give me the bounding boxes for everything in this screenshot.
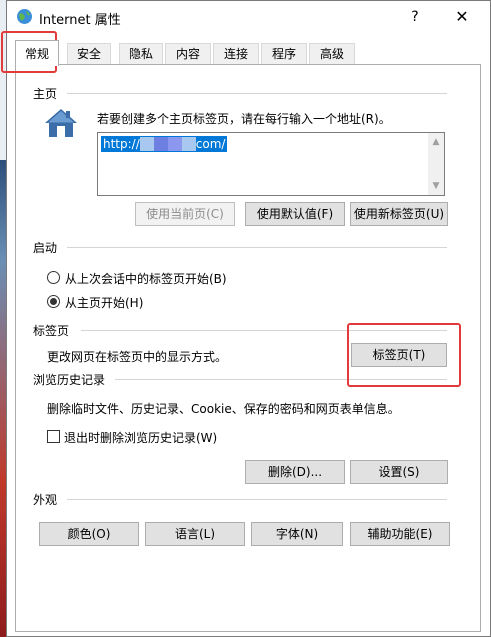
radio-last-session[interactable] [47, 271, 60, 284]
radio-home-page[interactable] [47, 295, 60, 308]
use-new-tab-button[interactable]: 使用新标签页(U) [350, 202, 448, 226]
url-suffix: com/ [195, 137, 226, 151]
title-bar: Internet 属性 ? ✕ [7, 1, 490, 33]
use-current-button[interactable]: 使用当前页(C) [135, 202, 235, 226]
url-scrollbar[interactable]: ▲ ▼ [428, 133, 444, 195]
home-description: 若要创建多个主页标签页，请在每行输入一个地址(R)。 [97, 112, 391, 126]
radio-home-page-label[interactable]: 从主页开始(H) [65, 294, 143, 311]
radio-last-session-label[interactable]: 从上次会话中的标签页开始(B) [65, 270, 227, 287]
window-title: Internet 属性 [39, 13, 121, 28]
home-group-label: 主页 [33, 85, 62, 102]
delete-on-exit-label[interactable]: 退出时删除浏览历史记录(W) [64, 429, 217, 446]
history-description: 删除临时文件、历史记录、Cookie、保存的密码和网页表单信息。 [47, 402, 400, 416]
delete-history-button[interactable]: 删除(D)... [245, 460, 345, 484]
tab-general[interactable]: 常规 [15, 40, 59, 66]
appearance-group-divider [67, 499, 447, 500]
tabs-group-divider [81, 330, 447, 331]
startup-group-label: 启动 [33, 239, 62, 256]
colors-button[interactable]: 颜色(O) [39, 522, 139, 546]
tab-programs[interactable]: 程序 [261, 43, 307, 65]
close-button[interactable]: ✕ [447, 6, 477, 28]
delete-on-exit-checkbox[interactable] [47, 430, 60, 443]
tabs-group-label: 标签页 [33, 322, 74, 339]
tabs-settings-button[interactable]: 标签页(T) [351, 343, 447, 367]
history-settings-button[interactable]: 设置(S) [350, 460, 448, 484]
scroll-up-icon[interactable]: ▲ [431, 137, 441, 147]
redacted-block [181, 137, 196, 151]
history-group-divider [115, 379, 447, 380]
redacted-block [167, 137, 182, 151]
tab-privacy[interactable]: 隐私 [119, 43, 163, 65]
history-group-label: 浏览历史记录 [33, 371, 110, 388]
tab-security[interactable]: 安全 [67, 43, 111, 65]
url-prefix: http:// [103, 137, 140, 151]
scroll-down-icon[interactable]: ▼ [431, 181, 441, 191]
redacted-block [153, 137, 168, 151]
startup-group-divider [67, 247, 447, 248]
home-page-url-input[interactable]: http:// com/ ▲ ▼ [97, 132, 445, 196]
tab-advanced[interactable]: 高级 [309, 43, 355, 65]
tab-connections[interactable]: 连接 [213, 43, 259, 65]
redacted-block [139, 137, 154, 151]
globe-icon [17, 9, 32, 24]
accessibility-button[interactable]: 辅助功能(E) [350, 522, 450, 546]
internet-properties-dialog: Internet 属性 ? ✕ 常规 安全 隐私 内容 连接 程序 高级 主页 … [1, 0, 491, 637]
help-button[interactable]: ? [400, 6, 430, 28]
url-selected-text: http:// com/ [101, 136, 228, 152]
tab-content[interactable]: 内容 [165, 43, 211, 65]
appearance-group-label: 外观 [33, 491, 62, 508]
use-default-button[interactable]: 使用默认值(F) [245, 202, 345, 226]
home-group-divider [67, 93, 447, 94]
tabs-description: 更改网页在标签页中的显示方式。 [47, 350, 228, 364]
fonts-button[interactable]: 字体(N) [251, 522, 343, 546]
languages-button[interactable]: 语言(L) [145, 522, 245, 546]
home-icon [45, 109, 77, 137]
